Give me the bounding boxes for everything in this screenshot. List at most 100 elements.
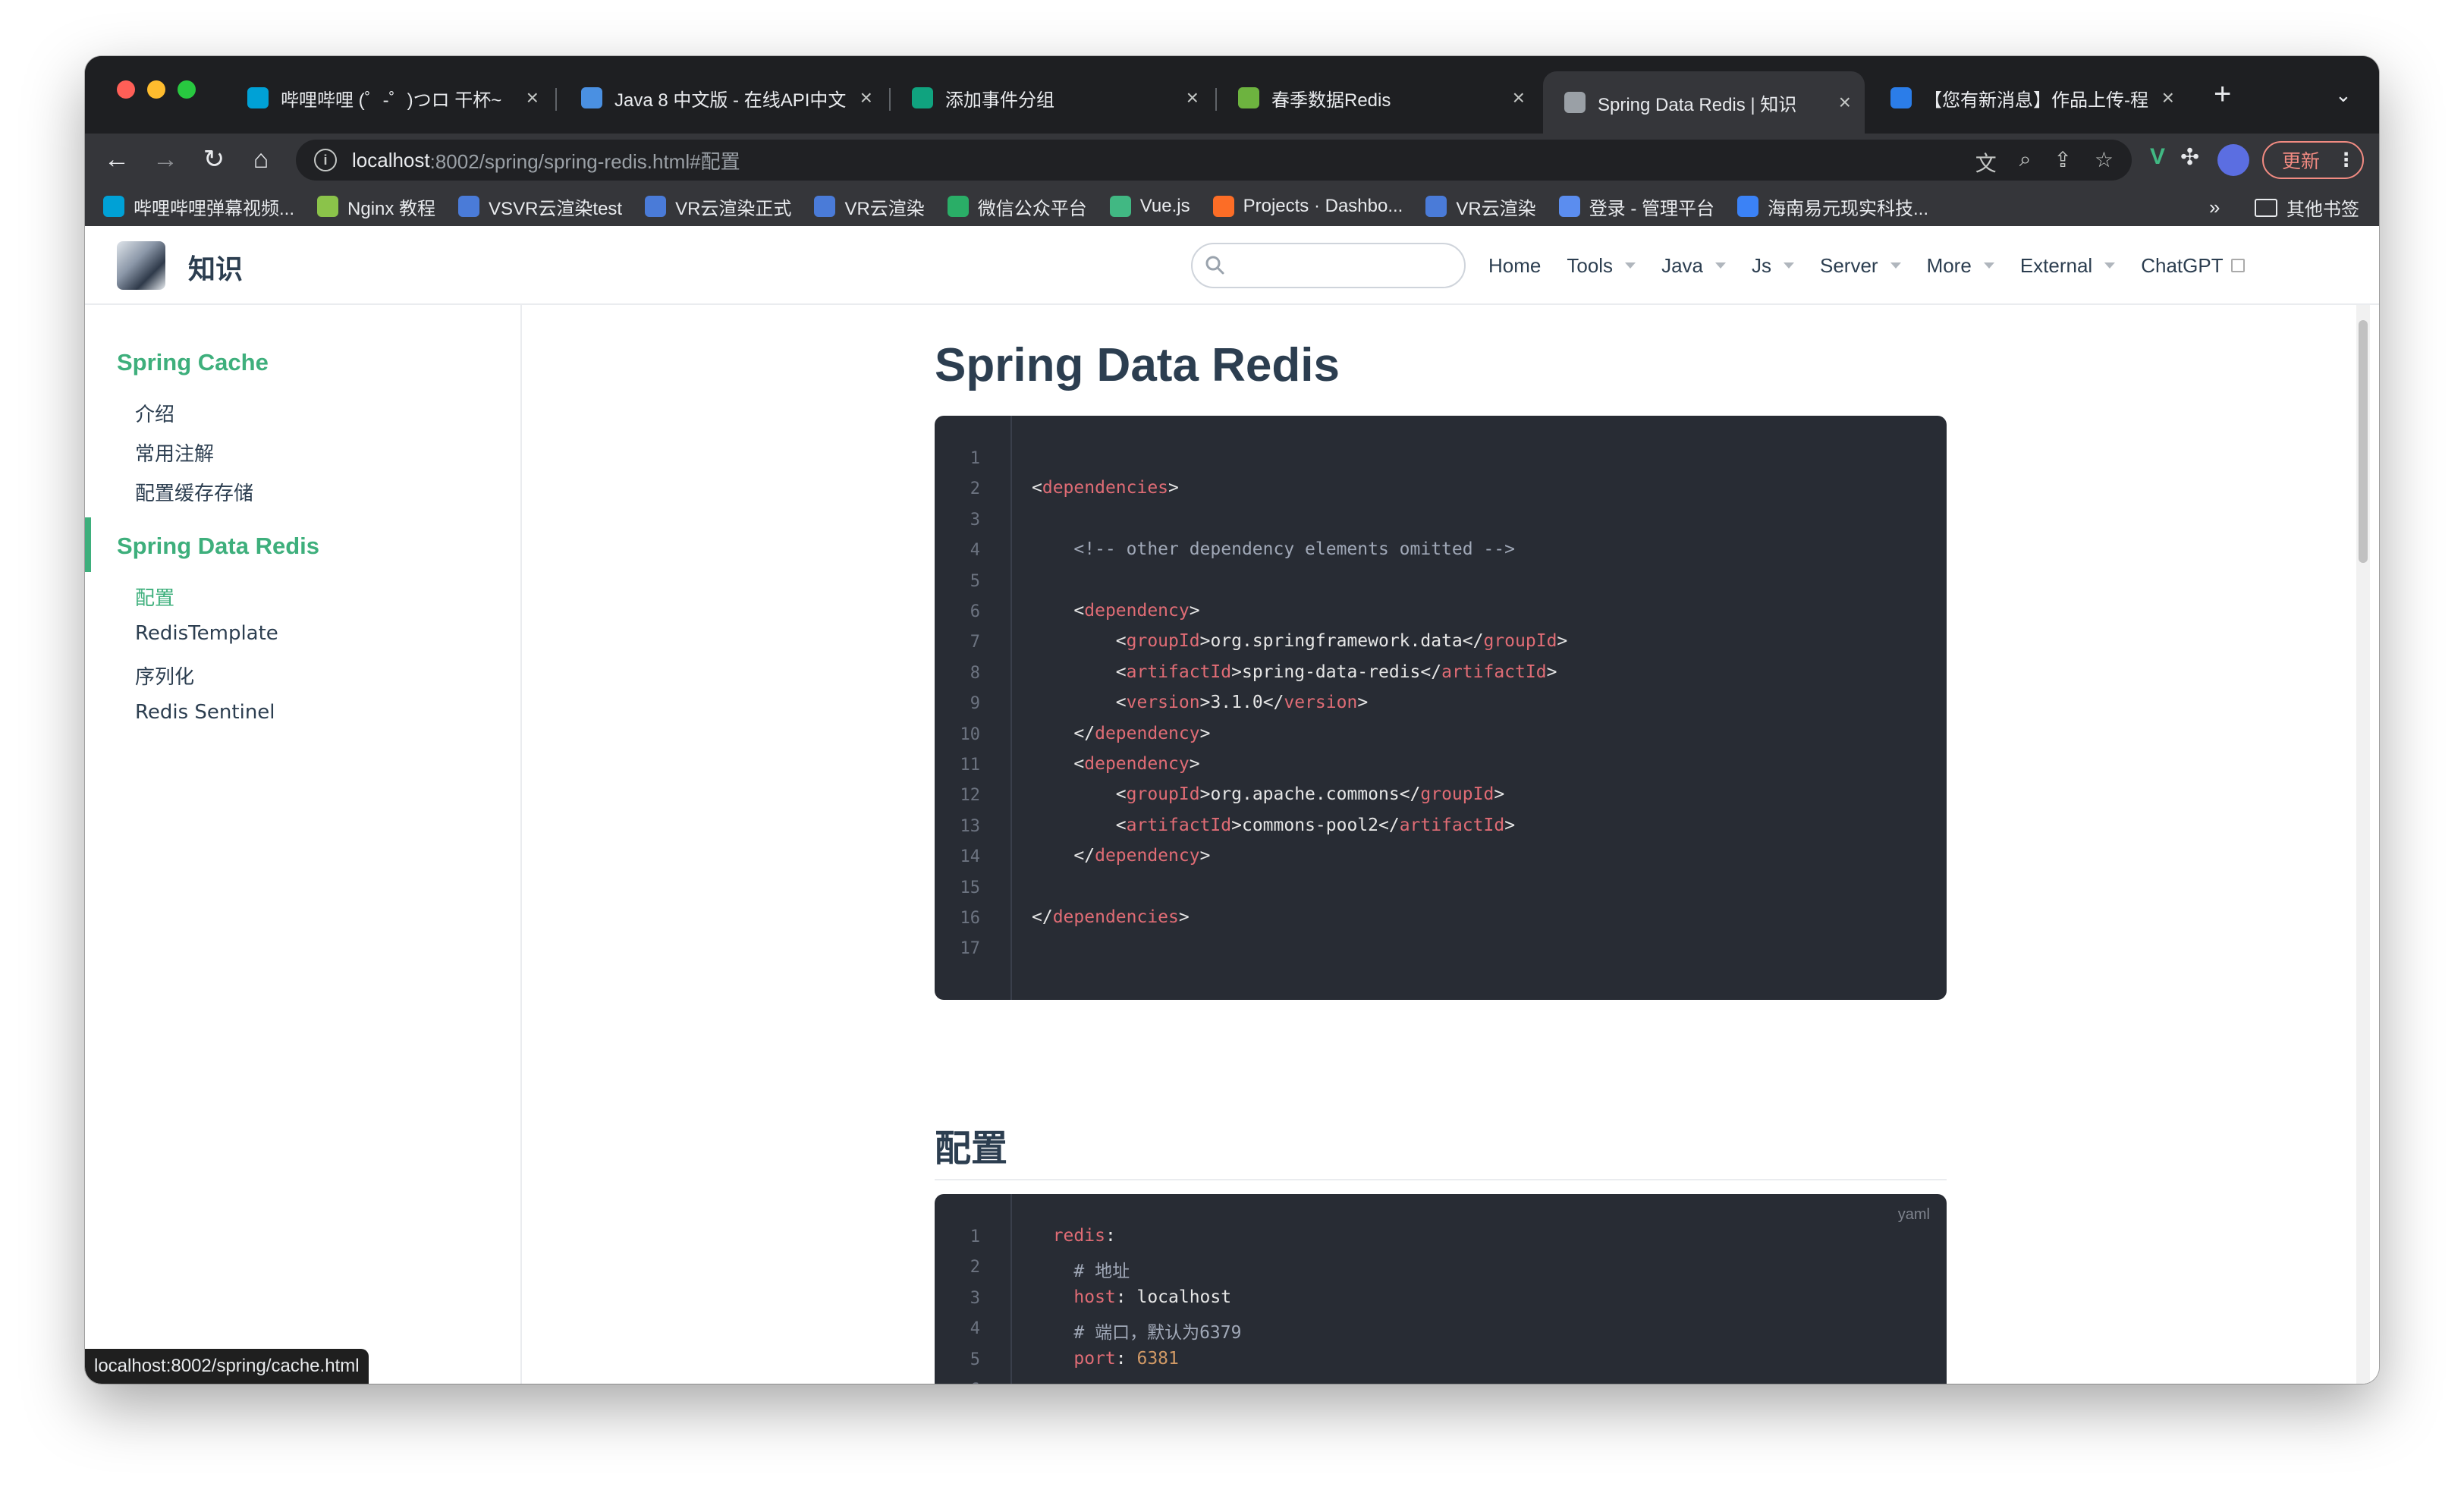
bookmark-favicon-icon — [1212, 196, 1234, 217]
sidebar-group-spring-data-redis[interactable]: Spring Data Redis — [117, 533, 319, 560]
bookmark-item[interactable]: 哔哩哔哩弹幕视频... — [103, 193, 294, 220]
sidebar-item[interactable]: 配置 — [135, 583, 174, 611]
sidebar-item[interactable]: RedisTemplate — [135, 622, 278, 645]
code-block-yaml: yaml 1 redis: 2 # 地址 3 host: localhost 4 # … — [935, 1194, 1947, 1384]
bookmark-item[interactable]: VSVR云渲染test — [458, 193, 622, 220]
line-number: 9 — [970, 694, 980, 714]
web-page: 知识 Home Tools Java Js Server More External Chat… — [85, 226, 2379, 1384]
address-bar[interactable]: i localhost:8002/spring/spring-redis.htm… — [296, 140, 2132, 181]
close-window-button[interactable] — [117, 80, 135, 99]
bookmark-item[interactable]: Vue.js — [1109, 196, 1190, 217]
line-number: 2 — [970, 1258, 980, 1278]
tab-6[interactable]: 【您有新消息】作品上传-程 × — [1869, 71, 2188, 124]
extensions-icon[interactable]: ✣ — [2180, 144, 2199, 171]
section-divider — [935, 1179, 1947, 1180]
bookmark-item[interactable]: Projects · Dashbo... — [1212, 196, 1403, 217]
share-icon[interactable]: ⇪ — [2054, 147, 2071, 178]
tab-close-icon[interactable]: × — [1839, 90, 1851, 115]
sidebar-item[interactable]: 常用注解 — [135, 438, 214, 467]
line-number: 7 — [970, 633, 980, 652]
page-scrollbar[interactable] — [2356, 305, 2370, 1384]
tab-4[interactable]: 春季数据Redis × — [1217, 71, 1538, 124]
code-line: <artifactId>commons-pool2</artifactId> — [1115, 815, 1516, 835]
bookmark-item[interactable]: 登录 - 管理平台 — [1558, 193, 1715, 220]
code-language-tag: yaml — [1897, 1206, 1930, 1223]
tab-2[interactable]: Java 8 中文版 - 在线API中文 × — [560, 71, 886, 124]
sidebar-item[interactable]: Redis Sentinel — [135, 701, 275, 724]
code-line: <artifactId>spring-data-redis</artifactI… — [1115, 662, 1557, 682]
home-button[interactable]: ⌂ — [244, 143, 278, 176]
tab-close-icon[interactable]: × — [2162, 86, 2174, 110]
bookmark-label: VSVR云渲染test — [489, 198, 623, 219]
bookmarks-overflow-button[interactable]: » — [2209, 196, 2220, 219]
line-number: 6 — [970, 602, 980, 621]
tab-search-chevron-icon[interactable]: ⌄ — [2335, 83, 2352, 107]
new-tab-button[interactable]: + — [2214, 79, 2231, 109]
nav-external[interactable]: External — [2020, 254, 2116, 278]
tab-close-icon[interactable]: × — [1186, 86, 1199, 110]
code-line: # 端口，默认为6379 — [1032, 1323, 1242, 1344]
sidebar-item[interactable]: 介绍 — [135, 399, 174, 427]
bookmark-item[interactable]: VR云渲染正式 — [645, 193, 791, 220]
code-line: </dependencies> — [1032, 907, 1190, 927]
reload-button[interactable]: ↻ — [197, 143, 231, 176]
search-input[interactable] — [1191, 243, 1466, 288]
bookmark-star-icon[interactable]: ☆ — [2095, 147, 2114, 178]
minimize-window-button[interactable] — [147, 80, 165, 99]
sidebar-group-spring-cache[interactable]: Spring Cache — [117, 349, 269, 376]
bookmark-item[interactable]: 微信公众平台 — [947, 193, 1087, 220]
zoom-window-button[interactable] — [178, 80, 196, 99]
bookmark-item[interactable]: Nginx 教程 — [317, 193, 435, 220]
site-logo[interactable] — [117, 241, 165, 290]
bookmark-label: VR云渲染正式 — [675, 198, 792, 219]
sidebar-item[interactable]: 序列化 — [135, 662, 194, 690]
site-navbar: 知识 Home Tools Java Js Server More External Chat… — [85, 226, 2379, 305]
nav-more[interactable]: More — [1927, 254, 1994, 278]
search-icon — [1205, 256, 1224, 275]
tab-close-icon[interactable]: × — [860, 86, 872, 110]
line-number: 12 — [960, 786, 981, 806]
other-bookmarks-button[interactable]: 其他书签 — [2255, 194, 2359, 221]
line-number: 4 — [970, 541, 980, 561]
nav-java[interactable]: Java — [1661, 254, 1726, 278]
tab-close-icon[interactable]: × — [526, 86, 539, 110]
nav-server[interactable]: Server — [1820, 254, 1901, 278]
nav-tools[interactable]: Tools — [1567, 254, 1636, 278]
bookmark-favicon-icon — [1425, 196, 1447, 217]
nav-label: Tools — [1567, 253, 1614, 277]
back-button[interactable]: ← — [100, 143, 134, 176]
scrollbar-thumb[interactable] — [2359, 320, 2368, 563]
tab-label: Spring Data Redis | 知识 — [1598, 94, 1797, 115]
site-title[interactable]: 知识 — [188, 247, 243, 287]
vue-devtools-icon[interactable]: V — [2150, 144, 2165, 170]
tab-3[interactable]: 添加事件分组 × — [891, 71, 1212, 124]
bookmark-item[interactable]: VR云渲染 — [1425, 193, 1536, 220]
more-menu-icon[interactable]: ⋮ — [2337, 149, 2356, 171]
java-api-icon — [581, 87, 602, 108]
line-number: 8 — [970, 663, 980, 683]
nav-home[interactable]: Home — [1488, 254, 1541, 278]
bookmark-label: 登录 - 管理平台 — [1589, 198, 1715, 219]
tab-separator — [555, 88, 557, 111]
tab-5[interactable]: Spring Data Redis | 知识 × — [1543, 71, 1865, 134]
dropdown-caret-icon — [1714, 262, 1726, 269]
nav-label: Js — [1751, 253, 1771, 277]
tab-close-icon[interactable]: × — [1513, 86, 1525, 110]
tab-label: 哔哩哔哩 (゜-゜)つロ 干杯~ — [281, 90, 502, 111]
nav-chatgpt[interactable]: ChatGPT — [2141, 254, 2245, 278]
update-button[interactable]: 更新 ⋮ — [2262, 141, 2364, 179]
bookmark-label: Nginx 教程 — [347, 198, 436, 219]
code-line: # 数据库索引 — [1032, 1379, 1182, 1384]
nav-js[interactable]: Js — [1752, 254, 1794, 278]
translate-icon[interactable]: 文 — [1975, 147, 1997, 178]
profile-avatar[interactable] — [2217, 144, 2249, 176]
site-info-icon[interactable]: i — [314, 149, 337, 171]
forward-button[interactable]: → — [149, 143, 182, 176]
bookmark-label: 哔哩哔哩弹幕视频... — [134, 198, 295, 219]
bookmark-item[interactable]: VR云渲染 — [814, 193, 925, 220]
sidebar-item[interactable]: 配置缓存存储 — [135, 478, 253, 506]
zoom-icon[interactable]: ⌕ — [2019, 147, 2032, 178]
tab-1[interactable]: 哔哩哔哩 (゜-゜)つロ 干杯~ × — [226, 71, 552, 124]
bookmark-item[interactable]: 海南易元现实科技... — [1737, 193, 1928, 220]
update-label: 更新 — [2282, 151, 2321, 172]
